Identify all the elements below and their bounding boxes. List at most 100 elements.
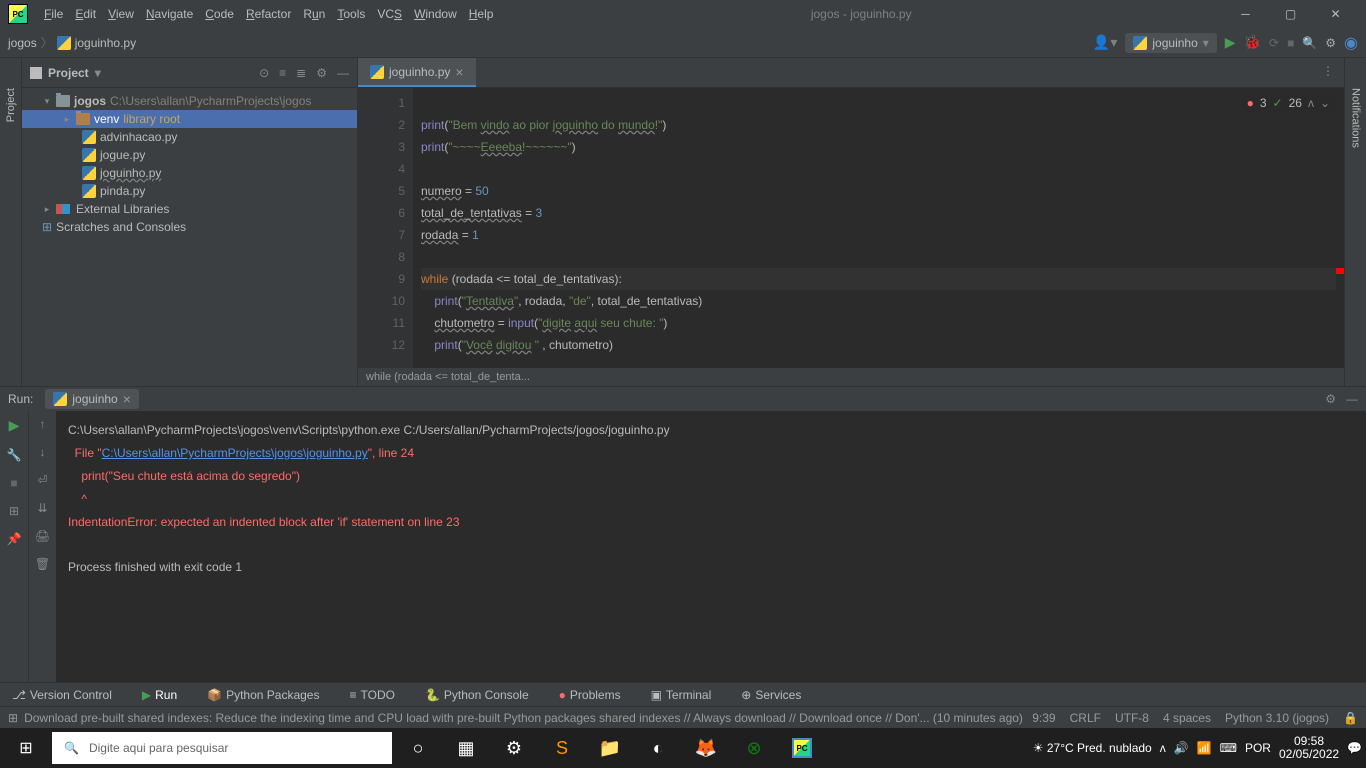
menu-window[interactable]: Window: [408, 7, 463, 21]
start-button[interactable]: ⊞: [4, 730, 48, 766]
layout-icon[interactable]: ⊞: [9, 504, 19, 518]
coverage-button[interactable]: ⟳: [1269, 36, 1279, 50]
status-indent[interactable]: 4 spaces: [1163, 711, 1211, 725]
menu-navigate[interactable]: Navigate: [140, 7, 199, 21]
breadcrumb[interactable]: jogos 〉 joguinho.py: [8, 34, 136, 51]
menu-view[interactable]: View: [102, 7, 140, 21]
status-message[interactable]: Download pre-built shared indexes: Reduc…: [24, 711, 1023, 725]
tree-external-libs[interactable]: ▸External Libraries: [22, 200, 357, 218]
user-icon[interactable]: 👤▾: [1093, 34, 1117, 51]
tray-clock[interactable]: 09:58 02/05/2022: [1279, 735, 1339, 761]
debug-button[interactable]: 🐞: [1244, 34, 1261, 51]
problems-summary[interactable]: ●3 ✓26 ʌ⌄: [1241, 94, 1336, 112]
run-hide-icon[interactable]: —: [1346, 392, 1358, 406]
settings-app-icon[interactable]: ⚙: [492, 730, 536, 766]
menu-edit[interactable]: Edit: [69, 7, 102, 21]
print-icon[interactable]: 🖨: [35, 529, 50, 543]
explorer-icon[interactable]: 📁: [588, 730, 632, 766]
tray-language[interactable]: POR: [1245, 741, 1271, 755]
wrench-icon[interactable]: 🔧: [7, 448, 22, 462]
tool-tab-vc[interactable]: ⎇Version Control: [12, 688, 112, 702]
maximize-button[interactable]: ▢: [1268, 0, 1313, 28]
sidebar-notifications-tab[interactable]: Notifications: [1350, 88, 1362, 148]
panel-settings-icon[interactable]: ⚙: [316, 66, 327, 80]
close-button[interactable]: ✕: [1313, 0, 1358, 28]
taskbar-search[interactable]: 🔍 Digite aqui para pesquisar: [52, 732, 392, 764]
search-icon[interactable]: 🔍: [1302, 36, 1317, 50]
jetbrains-icon[interactable]: ◉: [1344, 33, 1358, 53]
tray-notifications-icon[interactable]: 💬: [1347, 741, 1362, 755]
gutter[interactable]: 1 2 3 4 5 6 7 8 9 10 11 12: [358, 88, 413, 368]
status-lock-icon[interactable]: 🔒: [1343, 711, 1358, 725]
up-icon[interactable]: ↑: [40, 417, 46, 431]
tree-file[interactable]: joguinho.py: [22, 164, 357, 182]
editor-breadcrumb[interactable]: while (rodada <= total_de_tenta...: [358, 368, 1344, 386]
select-opened-icon[interactable]: ⊙: [259, 66, 269, 80]
tray-up-icon[interactable]: ʌ: [1160, 741, 1166, 755]
status-indexes-icon[interactable]: ⊞: [8, 711, 18, 725]
task-view-icon[interactable]: ○: [396, 730, 440, 766]
close-icon[interactable]: ×: [123, 391, 131, 407]
console-output[interactable]: C:\Users\allan\PycharmProjects\jogos\ven…: [56, 411, 1366, 682]
settings-icon[interactable]: ⚙: [1325, 36, 1336, 50]
tool-tab-run[interactable]: ▶Run: [142, 688, 177, 702]
collapse-all-icon[interactable]: ≣: [296, 66, 306, 80]
pinned-app-icon[interactable]: ▦: [444, 730, 488, 766]
code-area[interactable]: print("Bem vindo ao pior joguinho do mun…: [413, 88, 1344, 368]
trash-icon[interactable]: 🗑: [35, 557, 50, 571]
status-position[interactable]: 9:39: [1032, 711, 1055, 725]
menu-tools[interactable]: Tools: [331, 7, 371, 21]
panel-hide-icon[interactable]: —: [337, 66, 349, 80]
project-panel-title[interactable]: Project: [48, 66, 89, 80]
pycharm-taskbar-icon[interactable]: PC: [780, 730, 824, 766]
wrap-icon[interactable]: ⏎: [37, 473, 47, 487]
run-button[interactable]: ▶: [1225, 34, 1236, 51]
console-file-link[interactable]: C:\Users\allan\PycharmProjects\jogos\jog…: [102, 446, 368, 460]
run-settings-icon[interactable]: ⚙: [1325, 392, 1336, 406]
tool-tab-services[interactable]: ⊕Services: [741, 688, 801, 702]
menu-run[interactable]: Run: [297, 7, 331, 21]
menu-refactor[interactable]: Refactor: [240, 7, 297, 21]
status-eol[interactable]: CRLF: [1070, 711, 1101, 725]
tool-tab-packages[interactable]: 📦Python Packages: [207, 688, 319, 702]
run-config-selector[interactable]: joguinho ▾: [1125, 33, 1216, 53]
tree-venv[interactable]: ▸ venv library root: [22, 110, 357, 128]
breadcrumb-file[interactable]: joguinho.py: [75, 36, 136, 50]
status-interpreter[interactable]: Python 3.10 (jogos): [1225, 711, 1329, 725]
tree-file[interactable]: pinda.py: [22, 182, 357, 200]
tool-tab-todo[interactable]: ≡TODO: [349, 688, 394, 702]
menu-vcs[interactable]: VCS: [371, 7, 408, 21]
tray-wifi-icon[interactable]: 📶: [1197, 741, 1212, 755]
down-icon[interactable]: ↓: [40, 445, 46, 459]
editor-tab[interactable]: joguinho.py ×: [358, 58, 476, 87]
tool-tab-terminal[interactable]: ▣Terminal: [651, 688, 712, 702]
menu-help[interactable]: Help: [463, 7, 500, 21]
pin-icon[interactable]: 📌: [7, 532, 22, 546]
minimize-button[interactable]: ─: [1223, 0, 1268, 28]
status-encoding[interactable]: UTF-8: [1115, 711, 1149, 725]
tree-root[interactable]: ▾ jogos C:\Users\allan\PycharmProjects\j…: [22, 92, 357, 110]
tree-file[interactable]: advinhacao.py: [22, 128, 357, 146]
tray-keyboard-icon[interactable]: ⌨: [1220, 741, 1237, 755]
rerun-button[interactable]: ▶: [9, 417, 20, 434]
tool-tab-pyconsole[interactable]: 🐍Python Console: [425, 688, 529, 702]
editor-more-icon[interactable]: ⋮: [1312, 58, 1344, 87]
breadcrumb-root[interactable]: jogos: [8, 36, 37, 50]
tray-volume-icon[interactable]: 🔊: [1174, 741, 1189, 755]
stop-icon[interactable]: ■: [10, 476, 17, 490]
firefox-icon[interactable]: 🦊: [684, 730, 728, 766]
xbox-icon[interactable]: ⊗: [732, 730, 776, 766]
tree-file[interactable]: jogue.py: [22, 146, 357, 164]
stop-button[interactable]: ■: [1287, 36, 1294, 50]
tree-scratches[interactable]: ⊞Scratches and Consoles: [22, 218, 357, 236]
tool-tab-problems[interactable]: ●Problems: [559, 688, 621, 702]
scroll-icon[interactable]: ⇊: [37, 501, 47, 515]
run-tab[interactable]: joguinho ×: [45, 389, 139, 409]
menu-file[interactable]: File: [38, 7, 69, 21]
weather-widget[interactable]: ☀ 27°C Pred. nublado: [1033, 741, 1152, 755]
expand-all-icon[interactable]: ≡: [279, 66, 286, 80]
sublime-icon[interactable]: S: [540, 730, 584, 766]
editor-content[interactable]: ●3 ✓26 ʌ⌄ 1 2 3 4 5 6 7 8 9 10 11 12 pri…: [358, 88, 1344, 368]
sidebar-project-tab[interactable]: Project: [5, 88, 17, 122]
steam-icon[interactable]: ◐: [636, 730, 680, 766]
